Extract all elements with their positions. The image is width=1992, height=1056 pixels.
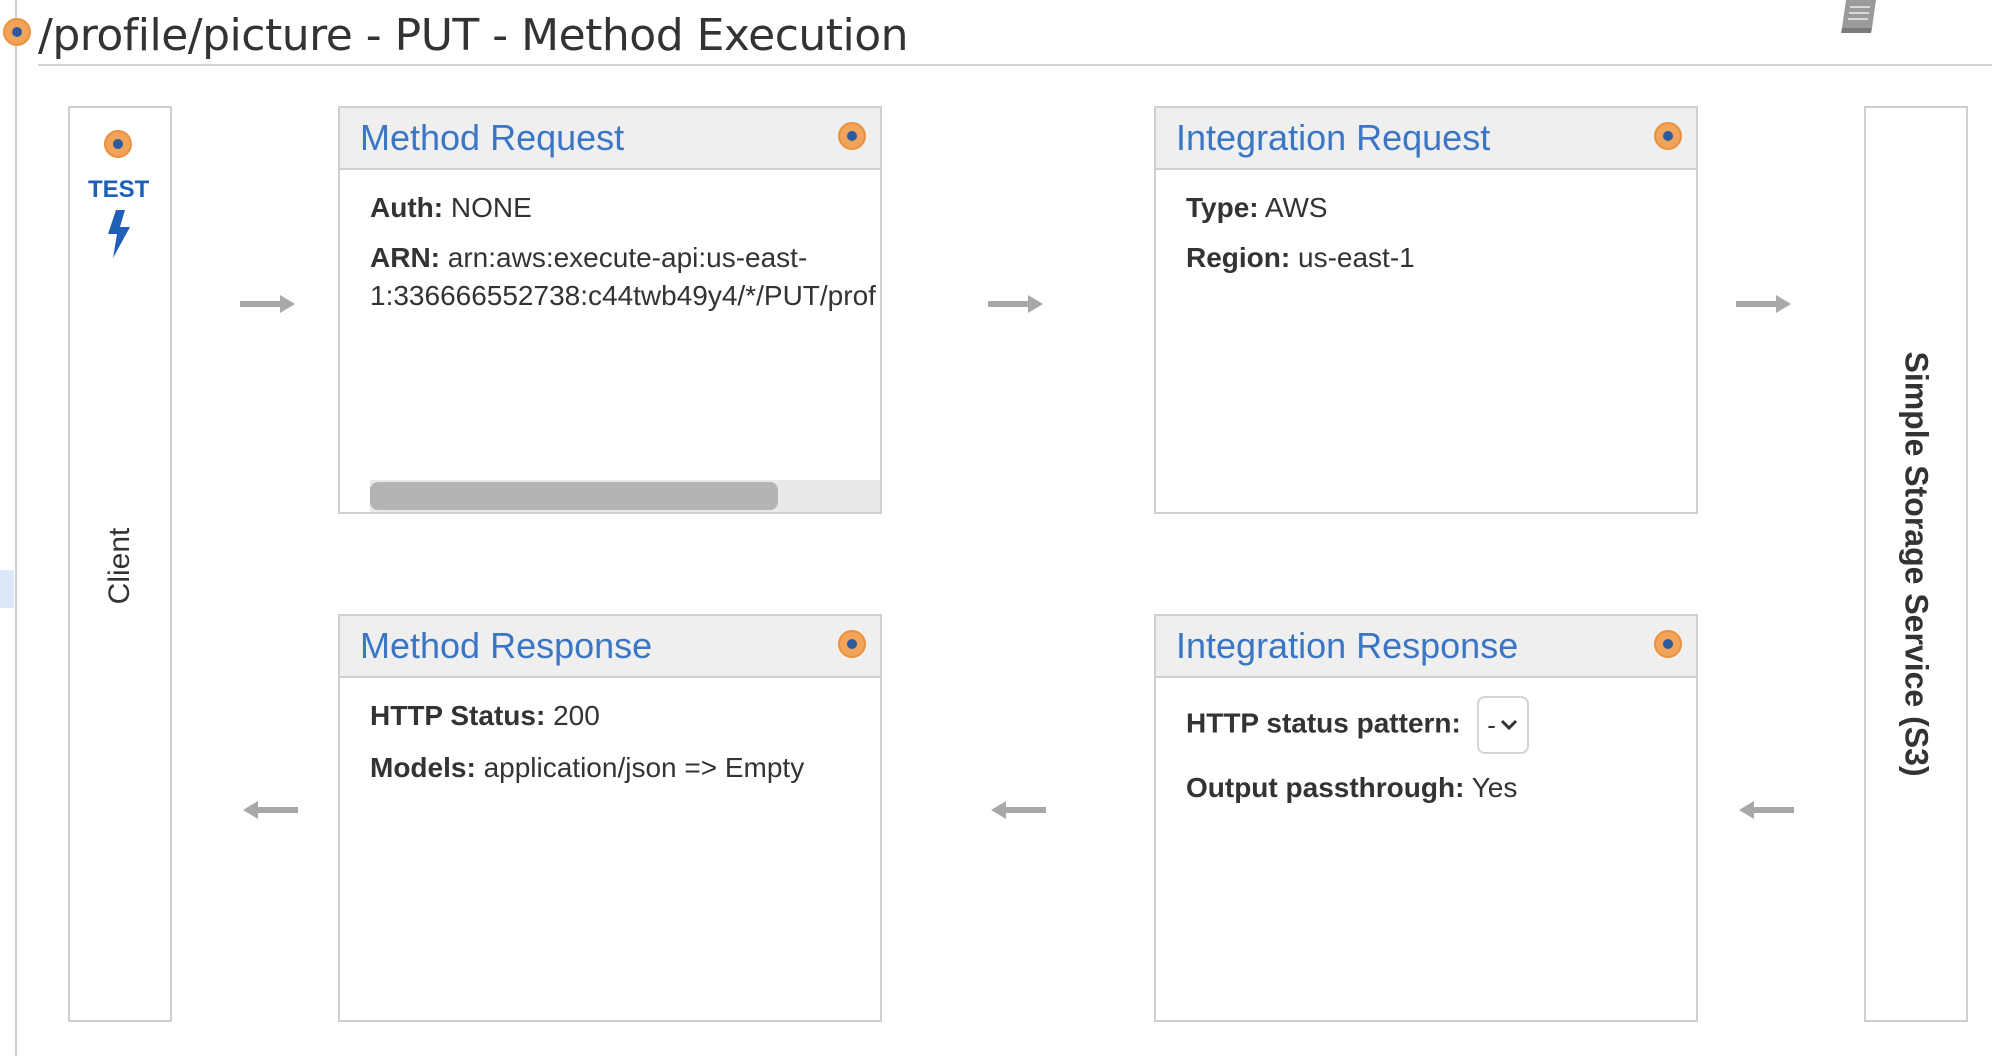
- scrollbar-thumb[interactable]: [370, 482, 778, 510]
- type-key: Type:: [1186, 192, 1259, 223]
- region-value: us-east-1: [1298, 242, 1415, 273]
- page-title: /profile/picture - PUT - Method Executio…: [38, 10, 909, 61]
- arrow-left-icon: [991, 801, 1046, 819]
- integration-response-link[interactable]: Integration Response: [1176, 625, 1518, 667]
- http-status-key: HTTP Status:: [370, 700, 546, 731]
- arrow-right-icon: [988, 295, 1043, 313]
- arrow-left-icon: [1739, 801, 1794, 819]
- left-gutter-highlight: [0, 570, 14, 608]
- passthrough-row: Output passthrough: Yes: [1186, 772, 1517, 804]
- auth-value: NONE: [450, 192, 532, 223]
- test-link[interactable]: TEST: [88, 176, 149, 204]
- integration-response-header: Integration Response: [1156, 616, 1696, 678]
- arrow-right-icon: [1736, 295, 1791, 313]
- status-dot-icon: [838, 630, 866, 658]
- type-row: Type: AWS: [1186, 192, 1328, 224]
- status-dot-icon: [1654, 122, 1682, 150]
- integration-request-card: Integration Request Type: AWS Region: us…: [1154, 106, 1698, 514]
- models-row: Models: application/json => Empty: [370, 752, 804, 784]
- method-response-header: Method Response: [340, 616, 880, 678]
- passthrough-value: Yes: [1471, 772, 1518, 803]
- book-icon[interactable]: [1838, 0, 1882, 34]
- backend-label: Simple Storage Service (S3): [1898, 351, 1935, 777]
- status-pattern-select[interactable]: -: [1476, 696, 1529, 754]
- lightning-bolt-icon[interactable]: [104, 210, 134, 258]
- http-status-row: HTTP Status: 200: [370, 700, 600, 732]
- region-row: Region: us-east-1: [1186, 242, 1415, 274]
- arn-row: ARN: arn:aws:execute-api:us-east-: [370, 242, 807, 274]
- integration-request-header: Integration Request: [1156, 108, 1696, 170]
- type-value: AWS: [1264, 192, 1328, 223]
- left-gutter-rule: [15, 0, 17, 1056]
- status-pattern-selected: -: [1487, 709, 1496, 740]
- status-pattern-key: HTTP status pattern:: [1186, 707, 1461, 739]
- integration-request-link[interactable]: Integration Request: [1176, 117, 1490, 159]
- client-label: Client: [103, 527, 136, 605]
- auth-row: Auth: NONE: [370, 192, 532, 224]
- auth-key: Auth:: [370, 192, 444, 223]
- integration-response-card: Integration Response HTTP status pattern…: [1154, 614, 1698, 1022]
- status-dot-icon: [838, 122, 866, 150]
- status-dot-icon: [1654, 630, 1682, 658]
- method-request-link[interactable]: Method Request: [360, 117, 624, 159]
- method-response-card: Method Response HTTP Status: 200 Models:…: [338, 614, 882, 1022]
- title-status-icon: [3, 18, 31, 46]
- chevron-down-icon: [1500, 719, 1518, 731]
- models-key: Models:: [370, 752, 476, 783]
- http-status-value: 200: [553, 700, 600, 731]
- test-status-icon: [104, 130, 132, 158]
- arrow-right-icon: [240, 295, 295, 313]
- arrow-left-icon: [243, 801, 298, 819]
- region-key: Region:: [1186, 242, 1291, 273]
- models-value: application/json => Empty: [483, 752, 805, 783]
- arn-value-line2: 1:336666552738:c44twb49y4/*/PUT/prof: [370, 280, 876, 311]
- method-response-link[interactable]: Method Response: [360, 625, 652, 667]
- arn-key: ARN:: [370, 242, 440, 273]
- status-pattern-row: HTTP status pattern: -: [1186, 696, 1529, 754]
- arn-value-line1: arn:aws:execute-api:us-east-: [447, 242, 808, 273]
- method-request-header: Method Request: [340, 108, 880, 170]
- horizontal-scrollbar[interactable]: [370, 480, 880, 512]
- method-request-card: Method Request Auth: NONE ARN: arn:aws:e…: [338, 106, 882, 514]
- passthrough-key: Output passthrough:: [1186, 772, 1465, 803]
- title-divider: [38, 64, 1992, 66]
